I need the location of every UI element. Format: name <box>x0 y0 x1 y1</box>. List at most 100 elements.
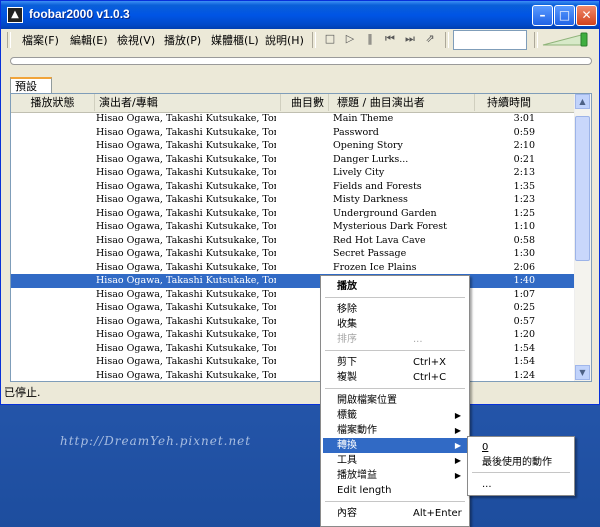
submenu-item-0[interactable]: 0 <box>470 440 572 455</box>
ctx-file-operations[interactable]: 檔案動作 ▶ <box>323 423 467 438</box>
scroll-down-icon[interactable]: ▼ <box>575 365 590 380</box>
row-title: Secret Passage <box>333 248 407 259</box>
next-icon[interactable]: ⏭ <box>403 32 417 46</box>
table-row[interactable]: Hisao Ogawa, Takashi Kutsukake, Tomok...… <box>11 274 577 288</box>
table-row[interactable]: Hisao Ogawa, Takashi Kutsukake, Tomok...… <box>11 328 577 342</box>
row-artist: Hisao Ogawa, Takashi Kutsukake, Tomok... <box>96 248 276 259</box>
ctx-sort-shortcut: ... <box>413 334 423 345</box>
col-playback-status[interactable]: 播放狀態 <box>11 94 95 111</box>
pause-icon[interactable]: ‖ <box>363 32 377 46</box>
toolbar-grip <box>312 32 316 48</box>
stop-icon[interactable]: □ <box>323 32 337 46</box>
col-duration[interactable]: 持續時間 <box>475 94 535 111</box>
menu-view[interactable]: 檢視(V) <box>117 32 155 48</box>
table-row[interactable]: Hisao Ogawa, Takashi Kutsukake, Tomok...… <box>11 369 577 382</box>
volume-grip <box>534 32 538 48</box>
ctx-separator <box>325 297 465 298</box>
row-title: Frozen Ice Plains <box>333 261 417 273</box>
col-track-number[interactable]: 曲目數 <box>281 94 329 111</box>
row-duration: 0:21 <box>513 153 535 165</box>
row-duration: 1:10 <box>513 221 535 232</box>
row-duration: 1:54 <box>513 356 535 367</box>
row-artist: Hisao Ogawa, Takashi Kutsukake, Tomok... <box>96 329 276 340</box>
watermark: http://DreamYeh.pixnet.net <box>60 434 252 448</box>
scroll-thumb[interactable] <box>575 116 590 261</box>
row-artist: Hisao Ogawa, Takashi Kutsukake, Tomok... <box>96 153 276 165</box>
ctx-copy[interactable]: 複製 Ctrl+C <box>323 370 467 385</box>
ctx-edit-length[interactable]: Edit length <box>323 483 467 498</box>
ctx-crop[interactable]: 收集 <box>323 317 467 332</box>
submenu-arrow-icon: ▶ <box>454 456 461 465</box>
submenu-separator <box>472 472 570 473</box>
ctx-tagging[interactable]: 標籤 ▶ <box>323 408 467 423</box>
menu-library[interactable]: 媒體櫃(L) <box>211 32 259 48</box>
ctx-play[interactable]: 播放 <box>323 279 467 294</box>
playlist-view: 播放狀態 演出者/專輯 曲目數 標題 / 曲目演出者 持續時間 Hisao Og… <box>10 93 592 382</box>
table-row[interactable]: Hisao Ogawa, Takashi Kutsukake, Tomok...… <box>11 247 577 261</box>
row-title: Mysterious Dark Forest <box>333 221 447 232</box>
table-row[interactable]: Hisao Ogawa, Takashi Kutsukake, Tomok...… <box>11 355 577 369</box>
row-duration: 2:06 <box>513 261 535 273</box>
row-duration: 2:10 <box>513 140 535 151</box>
minimize-button[interactable]: – <box>532 5 553 26</box>
random-icon[interactable]: ⇗ <box>423 32 437 46</box>
table-row[interactable]: Hisao Ogawa, Takashi Kutsukake, Tomok...… <box>11 315 577 329</box>
scroll-up-icon[interactable]: ▲ <box>575 94 590 109</box>
search-input[interactable] <box>453 30 527 50</box>
table-row[interactable]: Hisao Ogawa, Takashi Kutsukake, Tomok...… <box>11 126 577 140</box>
table-row[interactable]: Hisao Ogawa, Takashi Kutsukake, Tomok...… <box>11 193 577 207</box>
row-artist: Hisao Ogawa, Takashi Kutsukake, Tomok... <box>96 275 276 286</box>
ctx-file-operations-label: 檔案動作 <box>337 425 377 436</box>
row-duration: 3:01 <box>513 113 535 124</box>
play-icon[interactable]: ▷ <box>343 32 357 46</box>
table-row[interactable]: Hisao Ogawa, Takashi Kutsukake, Tomok...… <box>11 139 577 153</box>
table-row[interactable]: Hisao Ogawa, Takashi Kutsukake, Tomok...… <box>11 220 577 234</box>
ctx-utilities-label: 工具 <box>337 455 357 466</box>
menu-file[interactable]: 檔案(F) <box>22 32 59 48</box>
previous-icon[interactable]: ⏮ <box>383 32 397 46</box>
table-row[interactable]: Hisao Ogawa, Takashi Kutsukake, Tomok...… <box>11 288 577 302</box>
row-duration: 1:07 <box>513 288 535 300</box>
table-row[interactable]: Hisao Ogawa, Takashi Kutsukake, Tomok...… <box>11 301 577 315</box>
submenu-last-action[interactable]: 最後使用的動作 <box>470 455 572 470</box>
menu-edit[interactable]: 編輯(E) <box>70 32 108 48</box>
ctx-utilities[interactable]: 工具 ▶ <box>323 453 467 468</box>
row-duration: 2:13 <box>513 167 535 178</box>
title-bar[interactable]: ▲ foobar2000 v1.0.3 – □ ✕ <box>1 1 599 29</box>
row-title: Lively City <box>333 167 385 178</box>
maximize-button[interactable]: □ <box>554 5 575 26</box>
table-row[interactable]: Hisao Ogawa, Takashi Kutsukake, Tomok...… <box>11 153 577 167</box>
vertical-scrollbar[interactable]: ▲ ▼ <box>574 94 591 381</box>
submenu-more[interactable]: ... <box>470 477 572 492</box>
row-duration: 1:25 <box>513 207 535 219</box>
ctx-properties-label: 內容 <box>337 508 357 519</box>
tab-default-playlist[interactable]: 預設 <box>10 77 52 93</box>
ctx-convert[interactable]: 轉換 ▶ <box>323 438 467 453</box>
col-title[interactable]: 標題 / 曲目演出者 <box>329 94 475 111</box>
row-duration: 1:35 <box>513 180 535 192</box>
table-row[interactable]: Hisao Ogawa, Takashi Kutsukake, Tomok...… <box>11 342 577 356</box>
menubar: 檔案(F) 編輯(E) 檢視(V) 播放(P) 媒體櫃(L) 說明(H) <box>4 30 307 50</box>
ctx-replaygain[interactable]: 播放增益 ▶ <box>323 468 467 483</box>
menu-playback[interactable]: 播放(P) <box>164 32 201 48</box>
ctx-sort-label: 排序 <box>337 334 357 345</box>
ctx-open-folder[interactable]: 開啟檔案位置 <box>323 393 467 408</box>
table-row[interactable]: Hisao Ogawa, Takashi Kutsukake, Tomok...… <box>11 112 577 126</box>
foobar-icon: ▲ <box>7 7 23 23</box>
seek-bar[interactable] <box>10 57 592 65</box>
table-row[interactable]: Hisao Ogawa, Takashi Kutsukake, Tomok...… <box>11 180 577 194</box>
table-row[interactable]: Hisao Ogawa, Takashi Kutsukake, Tomok...… <box>11 234 577 248</box>
ctx-remove[interactable]: 移除 <box>323 302 467 317</box>
ctx-properties[interactable]: 內容 Alt+Enter <box>323 506 467 521</box>
close-button[interactable]: ✕ <box>576 5 597 26</box>
table-row[interactable]: Hisao Ogawa, Takashi Kutsukake, Tomok...… <box>11 261 577 275</box>
table-row[interactable]: Hisao Ogawa, Takashi Kutsukake, Tomok...… <box>11 166 577 180</box>
table-row[interactable]: Hisao Ogawa, Takashi Kutsukake, Tomok...… <box>11 207 577 221</box>
volume-slider[interactable] <box>541 31 593 47</box>
row-duration: 0:25 <box>513 302 535 313</box>
menu-help[interactable]: 說明(H) <box>265 32 304 48</box>
status-bar-text: 已停止. <box>4 386 41 399</box>
col-artist-album[interactable]: 演出者/專輯 <box>95 94 281 111</box>
row-duration: 0:59 <box>513 126 535 138</box>
ctx-cut[interactable]: 剪下 Ctrl+X <box>323 355 467 370</box>
